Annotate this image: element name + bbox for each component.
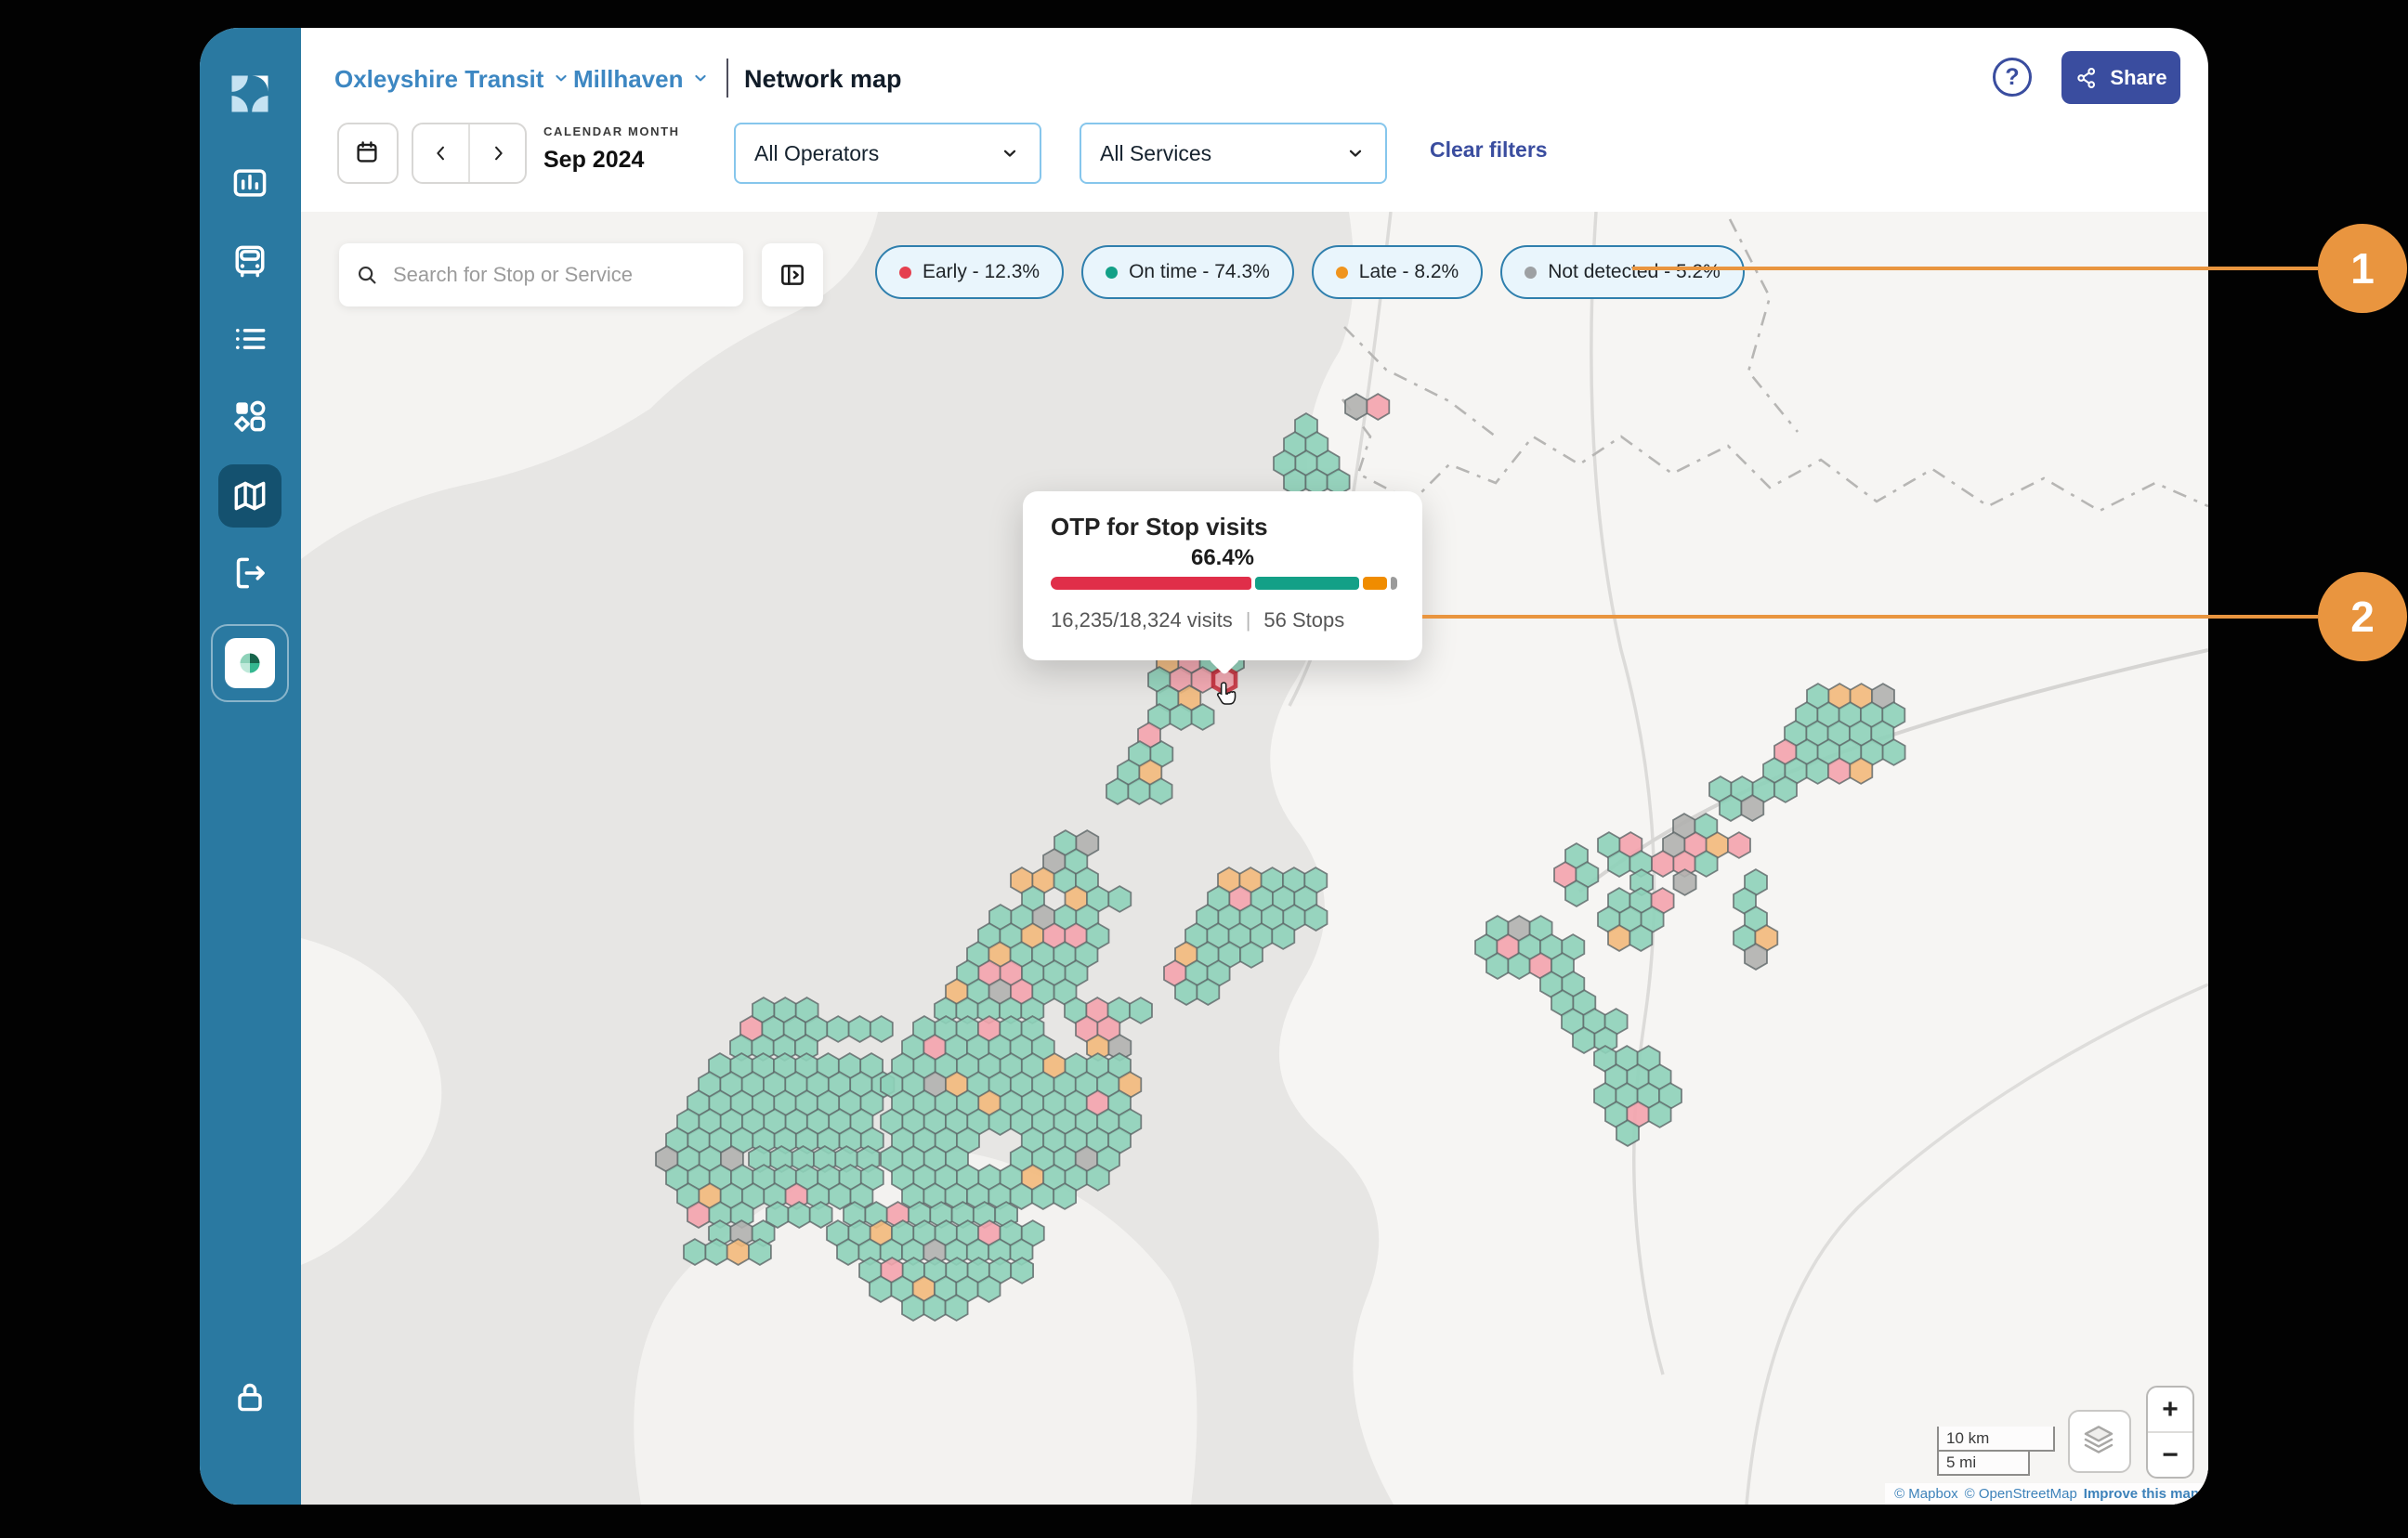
chevron-down-icon	[1344, 142, 1367, 164]
chevron-down-icon	[999, 142, 1021, 164]
clear-filters-link[interactable]: Clear filters	[1430, 137, 1548, 163]
sidebar-item-logo	[218, 62, 281, 125]
hexbin-layer[interactable]	[301, 212, 2208, 1505]
legend-pill-label: On time - 74.3%	[1129, 261, 1270, 283]
side-panel-toggle-button[interactable]	[762, 243, 823, 306]
legend-pill-label: Late - 8.2%	[1359, 261, 1459, 283]
share-label: Share	[2110, 66, 2166, 90]
annotation-line-1	[1632, 267, 2318, 270]
legend-pill-label: Not detected - 5.2%	[1548, 261, 1721, 283]
search-box	[339, 243, 743, 306]
help-button[interactable]: ?	[1993, 58, 2032, 97]
attribution-improve-link[interactable]: Improve this map	[2084, 1486, 2199, 1502]
sidebar-item-network-map[interactable]	[218, 464, 281, 528]
layers-icon	[2079, 1421, 2120, 1462]
app-window: Oxleyshire Transit Millhaven Network map…	[200, 28, 2208, 1505]
otp-tooltip: OTP for Stop visits 66.4% 16,235/18,324 …	[1023, 491, 1422, 660]
map-canvas[interactable]: Early - 12.3% On time - 74.3% Late - 8.2% N…	[301, 212, 2208, 1505]
categories-icon	[229, 396, 270, 437]
tooltip-otp-bar	[1051, 577, 1397, 590]
chevron-down-icon	[690, 68, 713, 90]
legend-pill-3[interactable]: Not detected - 5.2%	[1500, 245, 1745, 299]
otp-bar-segment-not-detected	[1391, 577, 1397, 590]
legend-pill-label: Early - 12.3%	[923, 261, 1040, 283]
legend-dot-icon	[1336, 267, 1348, 279]
map-scale-mi: 5 mi	[1937, 1452, 2030, 1476]
tooltip-separator: |	[1246, 608, 1251, 632]
sidebar-item-service-list[interactable]	[218, 307, 281, 371]
legend-pill-1[interactable]: On time - 74.3%	[1081, 245, 1294, 299]
chevron-left-icon	[429, 141, 453, 165]
share-button[interactable]: Share	[2061, 51, 2180, 104]
search-icon	[354, 262, 380, 288]
services-select-value: All Services	[1100, 141, 1211, 166]
legend-dot-icon	[1106, 267, 1118, 279]
calendar-month-label: CALENDAR MONTH	[543, 124, 680, 138]
help-icon: ?	[2005, 64, 2019, 91]
dashboard-icon	[229, 163, 270, 203]
sidebar-item-categories[interactable]	[218, 384, 281, 448]
annotation-badge-1: 1	[2318, 224, 2407, 313]
map-attribution: © Mapbox © OpenStreetMap Improve this ma…	[1885, 1483, 2208, 1505]
layers-button[interactable]	[2068, 1410, 2131, 1473]
otp-bar-segment-on-time	[1255, 577, 1359, 590]
sidebar-item-app-badge[interactable]	[211, 624, 289, 702]
lock-icon	[229, 1376, 270, 1417]
panel-expand-icon	[778, 260, 807, 290]
map-icon	[229, 476, 270, 516]
breadcrumb-region[interactable]: Millhaven	[573, 61, 713, 97]
zoom-control: + −	[2146, 1386, 2194, 1479]
page-title: Network map	[744, 61, 902, 97]
annotation-line-2	[1422, 615, 2318, 619]
tooltip-title: OTP for Stop visits	[1051, 513, 1268, 541]
sidebar-item-vehicles[interactable]	[218, 229, 281, 293]
zoom-out-button[interactable]: −	[2148, 1431, 2192, 1477]
attribution-mapbox-link[interactable]: © Mapbox	[1894, 1486, 1958, 1502]
prev-month-button[interactable]	[413, 124, 468, 182]
chevron-down-icon	[551, 68, 573, 90]
bus-icon	[229, 241, 270, 281]
operators-select[interactable]: All Operators	[734, 123, 1041, 184]
next-month-button[interactable]	[468, 124, 525, 182]
app-logo-icon	[225, 638, 275, 688]
calendar-button[interactable]	[337, 123, 399, 184]
share-icon	[2074, 66, 2099, 90]
calendar-month-value: Sep 2024	[543, 147, 644, 174]
logout-icon	[229, 553, 270, 593]
attribution-osm-link[interactable]: © OpenStreetMap	[1965, 1486, 2077, 1502]
map-scale-km: 10 km	[1937, 1427, 2055, 1452]
operators-select-value: All Operators	[754, 141, 879, 166]
services-select[interactable]: All Services	[1080, 123, 1387, 184]
breadcrumb-region-label: Millhaven	[573, 65, 683, 94]
breadcrumb-org-label: Oxleyshire Transit	[334, 65, 543, 94]
tooltip-stops: 56 Stops	[1263, 608, 1344, 632]
chevron-right-icon	[486, 141, 510, 165]
calendar-icon	[353, 138, 383, 168]
sidebar	[200, 28, 301, 1505]
otp-bar-segment-late	[1363, 577, 1388, 590]
desktop: Oxleyshire Transit Millhaven Network map…	[0, 0, 2408, 1538]
sidebar-item-logout[interactable]	[218, 541, 281, 605]
otp-legend: Early - 12.3% On time - 74.3% Late - 8.2% N…	[875, 245, 1745, 299]
breadcrumb-org[interactable]: Oxleyshire Transit	[334, 61, 573, 97]
legend-pill-0[interactable]: Early - 12.3%	[875, 245, 1064, 299]
legend-dot-icon	[899, 267, 911, 279]
sidebar-item-dashboard[interactable]	[218, 151, 281, 215]
sidebar-item-lock[interactable]	[218, 1365, 281, 1428]
legend-pill-2[interactable]: Late - 8.2%	[1312, 245, 1483, 299]
legend-dot-icon	[1525, 267, 1537, 279]
logo-icon	[226, 70, 274, 118]
tooltip-value: 66.4%	[1023, 545, 1422, 571]
list-icon	[229, 319, 270, 359]
search-input[interactable]	[391, 262, 728, 288]
breadcrumb-divider	[726, 59, 728, 98]
annotation-badge-2: 2	[2318, 572, 2407, 661]
tooltip-visits: 16,235/18,324 visits	[1051, 608, 1233, 632]
otp-bar-segment-early	[1051, 577, 1251, 590]
zoom-in-button[interactable]: +	[2148, 1388, 2192, 1431]
